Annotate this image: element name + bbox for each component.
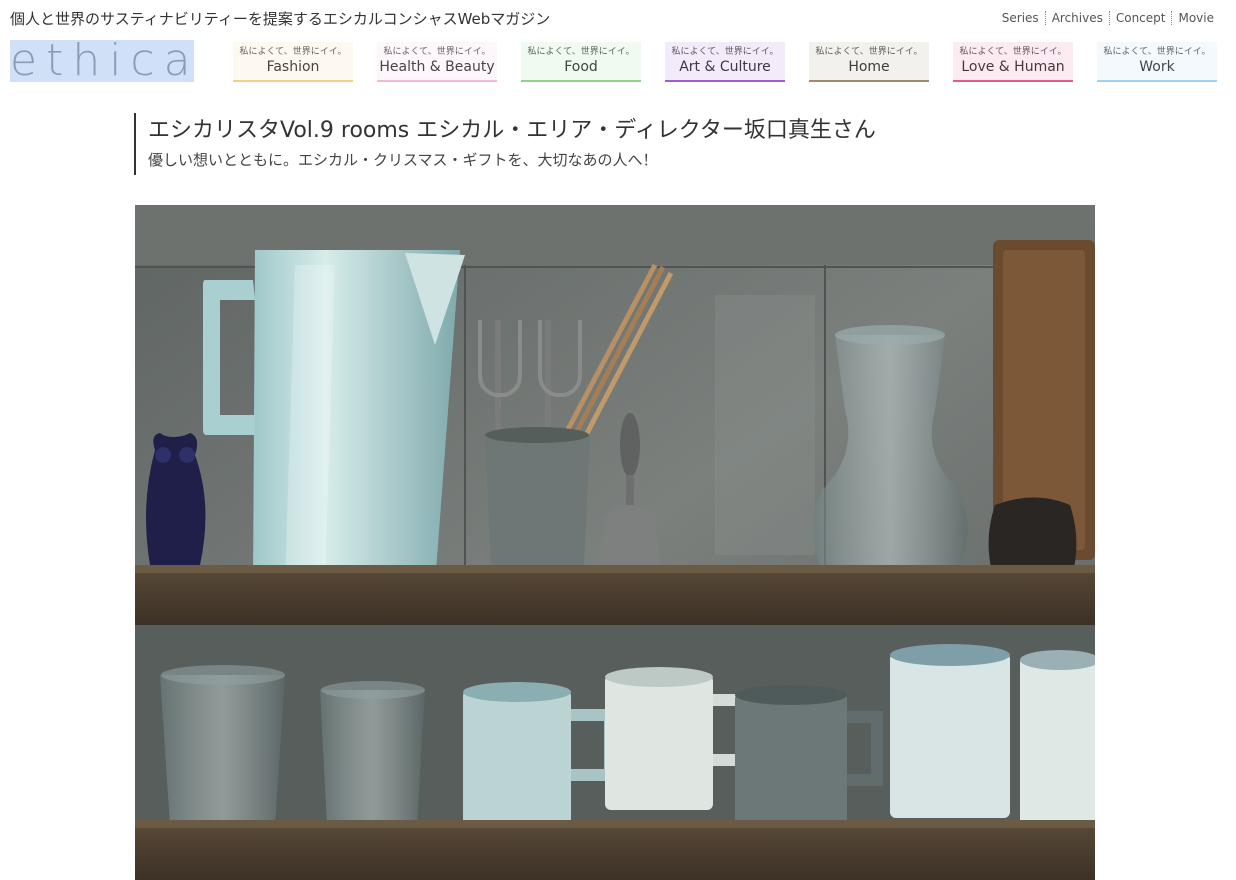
- site-tagline: 個人と世界のサスティナビリティーを提案するエシカルコンシャスWebマガジン: [10, 10, 551, 28]
- category-underline: [1097, 80, 1217, 82]
- category-home[interactable]: 私によくて、世界にイイ。 Home: [809, 42, 929, 82]
- category-underline: [521, 80, 641, 82]
- category-underline: [809, 80, 929, 82]
- category-work[interactable]: 私によくて、世界にイイ。 Work: [1097, 42, 1217, 82]
- article-title: エシカリスタVol.9 rooms エシカル・エリア・ディレクター坂口真生さん: [148, 118, 876, 143]
- category-art-culture[interactable]: 私によくて、世界にイイ。 Art & Culture: [665, 42, 785, 82]
- nav-link-archives[interactable]: Archives: [1044, 11, 1109, 25]
- category-navigation: 私によくて、世界にイイ。 Fashion 私によくて、世界にイイ。 Health…: [233, 42, 1217, 82]
- logo-text: ethica: [10, 35, 200, 86]
- category-underline: [233, 80, 353, 82]
- article-hero-image: [135, 205, 1095, 880]
- category-underline: [665, 80, 785, 82]
- top-navigation: Series Archives Concept Movie: [996, 11, 1220, 25]
- category-underline: [377, 80, 497, 82]
- nav-link-movie[interactable]: Movie: [1171, 11, 1220, 25]
- nav-link-concept[interactable]: Concept: [1108, 11, 1172, 25]
- category-fashion[interactable]: 私によくて、世界にイイ。 Fashion: [233, 42, 353, 82]
- article-subtitle: 優しい想いとともに。エシカル・クリスマス・ギフトを、大切なあの人へ！: [148, 151, 658, 169]
- category-underline: [953, 80, 1073, 82]
- category-food[interactable]: 私によくて、世界にイイ。 Food: [521, 42, 641, 82]
- nav-link-series[interactable]: Series: [996, 11, 1045, 25]
- hero-photo-illustration: [135, 205, 1095, 880]
- article-header: エシカリスタVol.9 rooms エシカル・エリア・ディレクター坂口真生さん …: [134, 113, 876, 175]
- category-health-beauty[interactable]: 私によくて、世界にイイ。 Health & Beauty: [377, 42, 497, 82]
- category-love-human[interactable]: 私によくて、世界にイイ。 Love & Human: [953, 42, 1073, 82]
- site-logo[interactable]: ethica: [10, 36, 194, 86]
